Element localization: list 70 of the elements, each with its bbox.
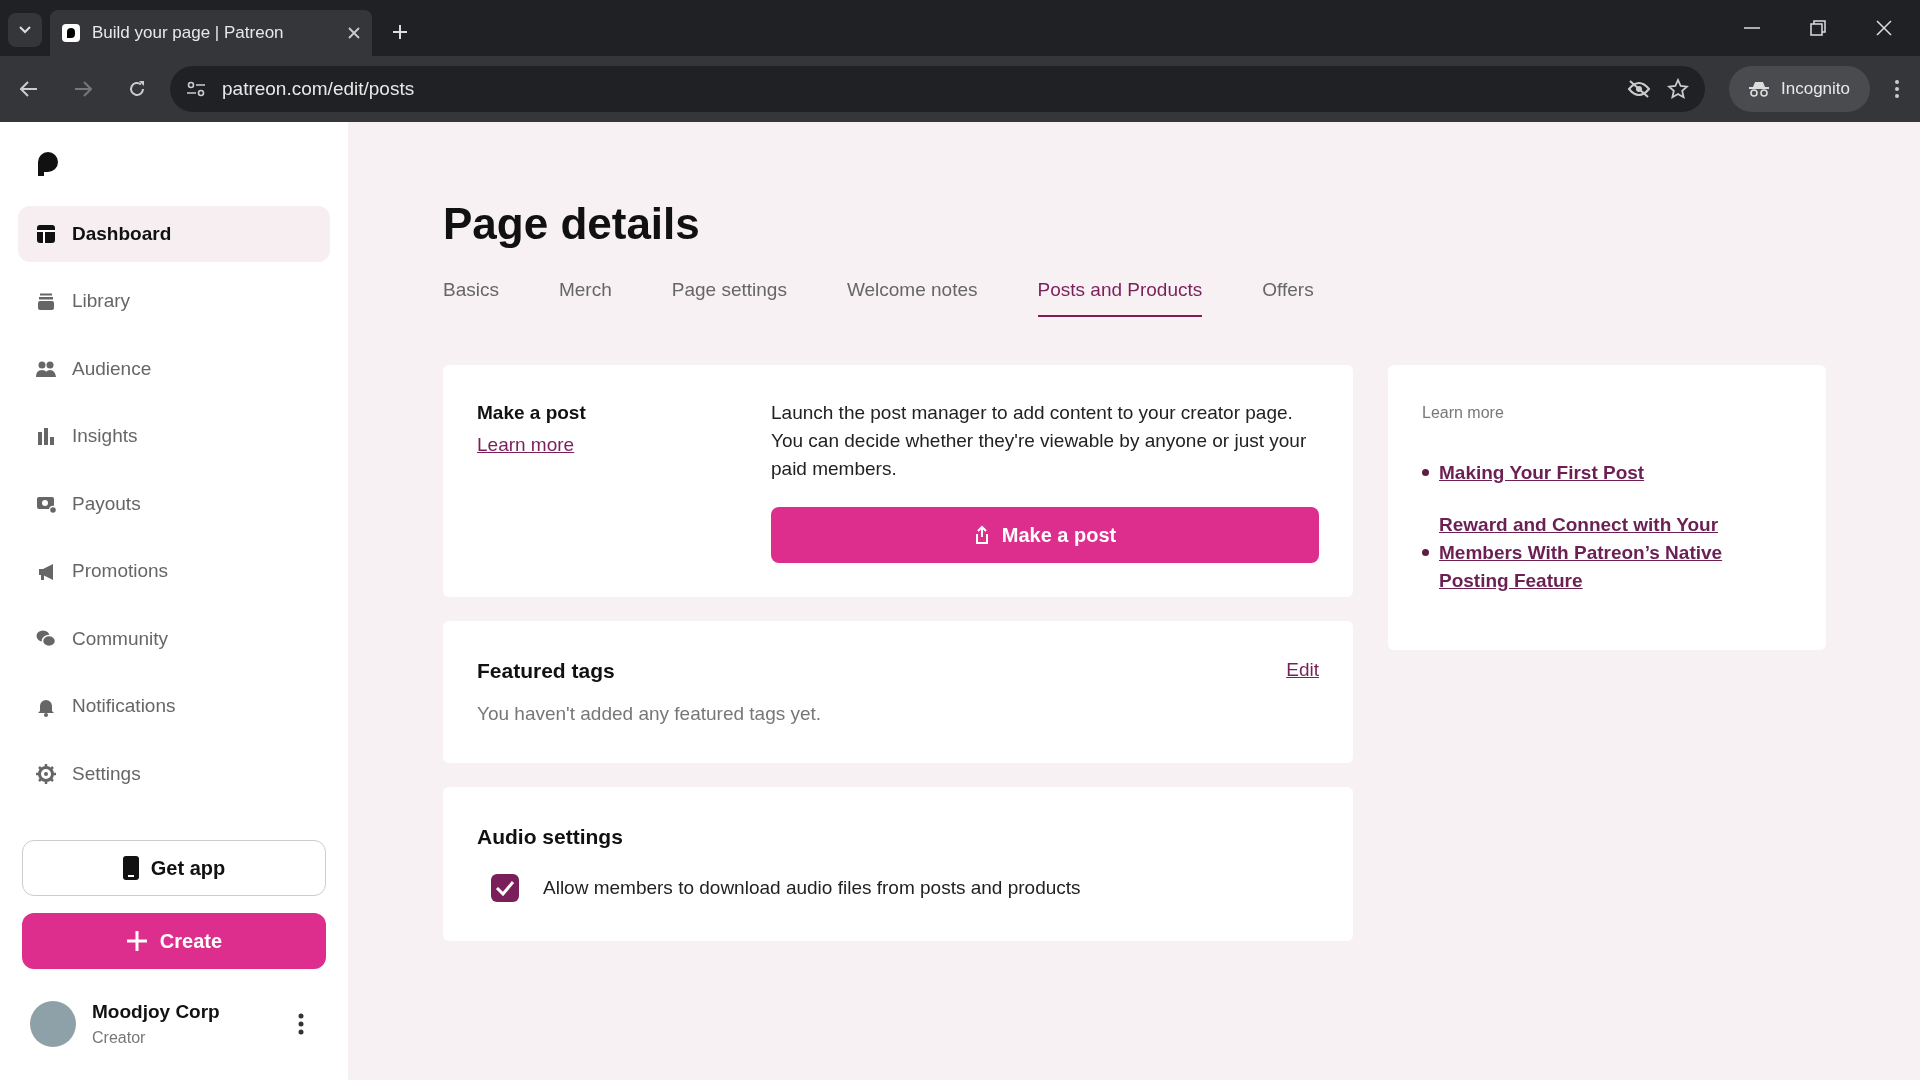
checkbox-label: Allow members to download audio files from posts and products <box>543 876 1081 900</box>
chat-bubbles-icon <box>36 629 56 649</box>
nav-item[interactable]: Promotions <box>18 543 330 600</box>
bookmark-star-icon[interactable] <box>1667 78 1689 100</box>
page-tab[interactable]: Basics <box>443 276 499 317</box>
back-icon[interactable] <box>20 81 38 97</box>
share-icon <box>973 524 990 545</box>
site-settings-icon <box>186 81 206 97</box>
page-tab[interactable]: Welcome notes <box>846 276 978 317</box>
tab-list-button[interactable] <box>8 13 42 47</box>
nav-item[interactable]: Notifications <box>18 678 330 735</box>
menu-icon[interactable] <box>1894 79 1900 99</box>
create-button[interactable]: Create <box>22 912 326 969</box>
eye-off-icon[interactable] <box>1627 79 1651 99</box>
profile-role: Creator <box>92 1028 147 1048</box>
new-tab-icon[interactable] <box>392 24 408 40</box>
page-tab[interactable]: Offers <box>1262 276 1314 317</box>
bullet-icon <box>1422 469 1429 476</box>
checkbox[interactable] <box>491 874 519 903</box>
close-window-icon[interactable] <box>1876 20 1892 36</box>
nav-item[interactable]: Dashboard <box>18 206 330 262</box>
card-title: Audio settings <box>477 823 624 850</box>
card-title: Featured tags <box>477 657 615 684</box>
page-tab[interactable]: Posts and Products <box>1037 276 1203 317</box>
plus-icon <box>125 929 148 952</box>
bullet-icon <box>1422 549 1429 556</box>
empty-message: You haven't added any featured tags yet. <box>477 702 823 726</box>
forward-icon[interactable] <box>74 81 92 97</box>
close-icon[interactable] <box>348 27 360 39</box>
more-options-icon[interactable] <box>298 1012 304 1035</box>
nav-item[interactable]: Insights <box>18 408 330 465</box>
page-tab[interactable]: Page settings <box>671 276 787 317</box>
page-title: Page details <box>443 202 701 246</box>
profile-name: Moodjoy Corp <box>92 999 221 1024</box>
get-app-button[interactable]: Get app <box>22 839 326 896</box>
bar-chart-icon <box>36 426 56 447</box>
edit-link[interactable]: Edit <box>1286 656 1319 685</box>
address-bar[interactable]: patreon.com/edit/posts <box>170 66 1705 112</box>
browser-tab[interactable]: Build your page | Patreon <box>50 10 372 56</box>
nav-item[interactable]: Settings <box>18 746 330 802</box>
card-description: Launch the post manager to add content to your creator page. You can decide whether they're viewable by anyone or just your paid members. <box>771 400 1308 481</box>
article-link[interactable]: Making Your First Post <box>1439 458 1739 487</box>
learn-more-link[interactable]: Learn more <box>477 431 575 460</box>
settings-icon <box>36 764 56 784</box>
phone-icon <box>122 855 139 880</box>
checkmark-icon <box>495 880 515 897</box>
url-text: patreon.com/edit/posts <box>222 76 416 101</box>
nav-item[interactable]: Library <box>18 273 330 330</box>
incognito-button[interactable]: Incognito <box>1729 66 1870 112</box>
page-tab[interactable]: Merch <box>558 276 612 317</box>
make-post-button[interactable]: Make a post <box>771 506 1319 563</box>
avatar <box>30 1000 76 1047</box>
people-icon <box>36 359 56 379</box>
logo-icon[interactable] <box>36 152 58 176</box>
section-heading: Learn more <box>1422 402 1505 423</box>
incognito-icon <box>1749 81 1769 97</box>
dashboard-icon <box>36 224 56 244</box>
megaphone-icon <box>36 561 56 582</box>
tab-title: Build your page | Patreon <box>92 22 285 45</box>
card-title: Make a post <box>477 400 586 425</box>
reload-icon[interactable] <box>128 80 146 98</box>
stack-icon <box>36 291 56 312</box>
nav-item[interactable]: Community <box>18 611 330 667</box>
tab-favicon <box>62 24 80 42</box>
caret-icon <box>19 26 31 34</box>
nav-item[interactable]: Payouts <box>18 476 330 532</box>
restore-icon[interactable] <box>1810 20 1826 36</box>
nav-item[interactable]: Audience <box>18 341 330 397</box>
money-icon <box>36 494 56 514</box>
article-link[interactable]: Reward and Connect with Your Members With Patreon’s Native Posting Feature <box>1439 510 1739 595</box>
